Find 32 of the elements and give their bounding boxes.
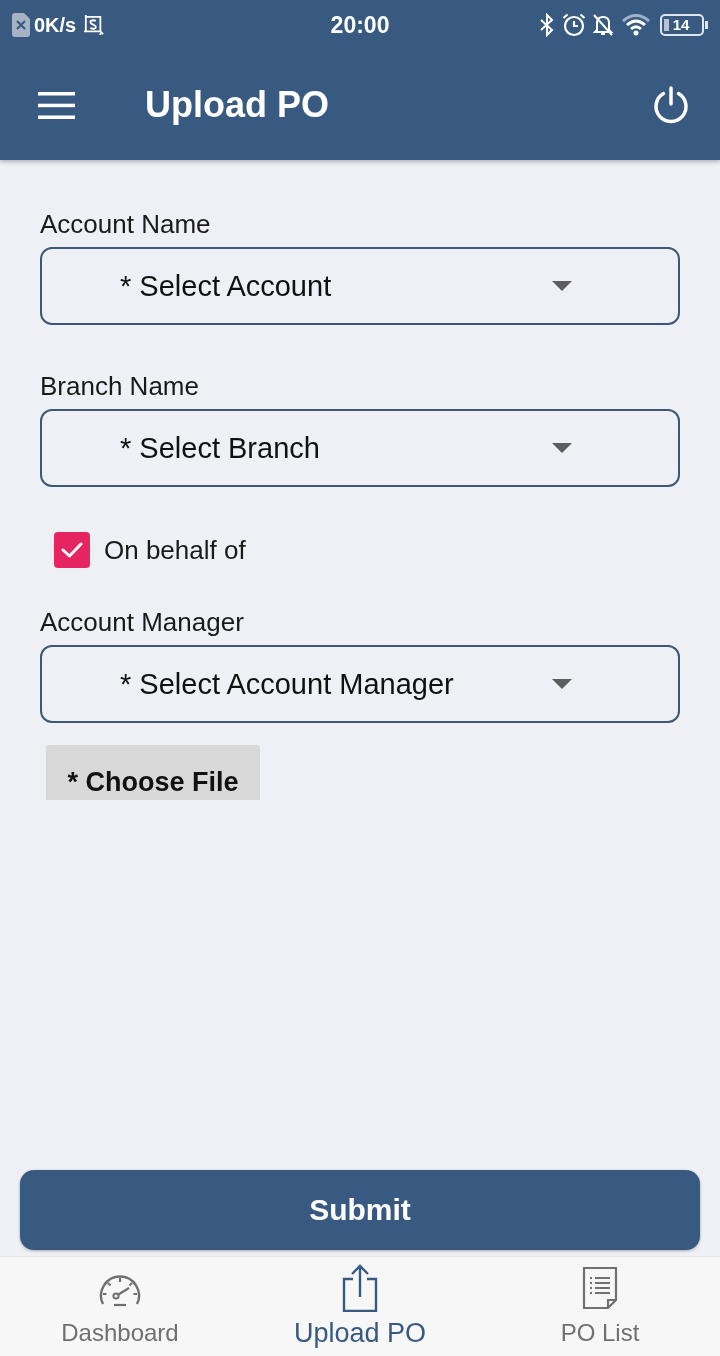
bluetooth-icon (539, 13, 555, 37)
field-label: Account Manager (40, 606, 244, 638)
network-speed-text: 0K/s (34, 13, 77, 37)
checkbox-label: On behalf of (104, 534, 246, 566)
caret-icon (552, 679, 572, 689)
document-list-icon (582, 1266, 618, 1310)
gauge-icon (97, 1272, 143, 1308)
bell-off-icon (592, 13, 614, 37)
dropdown-field[interactable]: * Select Branch (40, 409, 680, 487)
nav-tab[interactable]: Upload PO (240, 1257, 480, 1356)
check-icon (61, 542, 83, 558)
screen-title: Upload PO (145, 83, 330, 127)
submit-button[interactable]: Submit (20, 1170, 700, 1250)
checkbox[interactable] (54, 532, 90, 568)
menu-icon[interactable] (38, 91, 75, 119)
field-label: Account Name (40, 208, 211, 240)
caret-icon (552, 281, 572, 291)
nav-tab[interactable]: PO List (480, 1257, 720, 1356)
sim-card-icon (12, 13, 30, 37)
alarm-clock-icon (562, 13, 586, 37)
dropdown-field[interactable]: * Select Account (40, 247, 680, 325)
nav-tab[interactable]: Dashboard (0, 1257, 240, 1356)
choose-file-button[interactable]: * Choose File (46, 745, 260, 800)
upload-icon (342, 1264, 378, 1312)
clock-text: 20:00 (330, 11, 390, 39)
dropdown-field[interactable]: * Select Account Manager (40, 645, 680, 723)
power-icon[interactable] (652, 86, 690, 124)
boxed-s-icon (84, 15, 105, 35)
field-label: Branch Name (40, 370, 199, 402)
wifi-icon (622, 14, 650, 36)
battery-indicator: 14 (660, 14, 708, 36)
caret-icon (552, 443, 572, 453)
